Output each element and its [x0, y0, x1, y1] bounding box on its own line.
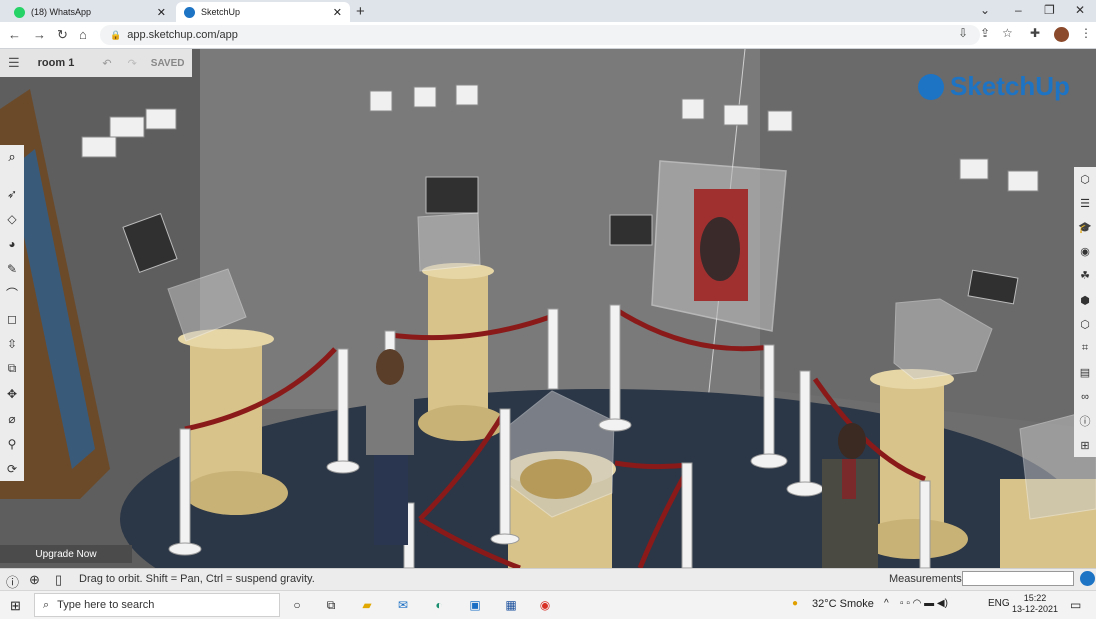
- paint-bucket-icon[interactable]: ◕: [0, 231, 24, 256]
- weather-icon: ●: [792, 598, 799, 609]
- tab-whatsapp[interactable]: (18) WhatsApp ✕: [6, 2, 174, 22]
- redo-icon[interactable]: ↷: [128, 57, 137, 70]
- upgrade-now-button[interactable]: Upgrade Now: [0, 545, 132, 563]
- orbit-icon[interactable]: ⟳: [0, 456, 24, 481]
- lock-icon: 🔒: [110, 29, 122, 40]
- saved-status: SAVED: [150, 57, 185, 69]
- model-title[interactable]: room 1: [38, 57, 75, 69]
- news-icon[interactable]: ▦: [502, 596, 520, 614]
- reload-icon[interactable]: ↻: [57, 27, 68, 43]
- windows-taskbar: ⊞ ⌕ Type here to search ○ ⧉ ▰ ✉ ◐ ▣ ▦ ◉ …: [0, 590, 1096, 619]
- sketchup-logo-text: SketchUp: [950, 71, 1070, 101]
- forward-icon[interactable]: →: [33, 27, 46, 42]
- hamburger-menu-icon[interactable]: ☰: [8, 55, 20, 71]
- close-tab-icon[interactable]: ✕: [333, 6, 342, 19]
- measurements-label: Measurements: [889, 573, 962, 585]
- cortana-icon[interactable]: ○: [288, 596, 306, 614]
- weather-text[interactable]: 32°C Smoke: [812, 598, 874, 610]
- extensions-icon[interactable]: ✚: [1030, 26, 1040, 40]
- select-icon[interactable]: ➶: [0, 181, 24, 206]
- edge-icon[interactable]: ◐: [430, 596, 448, 614]
- avatar[interactable]: [1054, 27, 1069, 42]
- file-explorer-icon[interactable]: ▰: [358, 596, 376, 614]
- language-indicator[interactable]: ENG: [988, 598, 1010, 609]
- whatsapp-icon: [14, 6, 25, 18]
- extension-icon[interactable]: ⊞: [1074, 433, 1096, 457]
- tab-sketchup[interactable]: SketchUp ✕: [176, 2, 350, 22]
- sketchup-logo: SketchUp: [918, 71, 1070, 102]
- scene-render[interactable]: [0, 49, 1096, 568]
- tab-label: SketchUp: [201, 7, 241, 17]
- store-icon[interactable]: ▣: [466, 596, 484, 614]
- minimize-button[interactable]: –: [1015, 3, 1022, 17]
- home-icon[interactable]: ⌂: [79, 27, 87, 42]
- mail-icon[interactable]: ✉: [394, 596, 412, 614]
- new-tab-button[interactable]: +: [356, 3, 365, 20]
- address-bar[interactable]: 🔒 app.sketchup.com/app: [100, 25, 980, 45]
- share-icon[interactable]: ⇪: [980, 26, 990, 40]
- rectangle-icon[interactable]: ◻: [0, 306, 24, 331]
- sketchup-logo-icon: [918, 73, 944, 100]
- tab-label: (18) WhatsApp: [31, 7, 92, 17]
- instructor-icon[interactable]: 🎓: [1074, 215, 1096, 239]
- styles-icon[interactable]: ⬢: [1074, 288, 1096, 312]
- clock-time: 15:22: [1023, 593, 1047, 603]
- chrome-icon[interactable]: ◉: [536, 596, 554, 614]
- help-icon[interactable]: ⓘ: [6, 572, 19, 591]
- tags-icon[interactable]: ⌗: [1074, 336, 1096, 360]
- eraser-icon[interactable]: ◇: [0, 206, 24, 231]
- move-icon[interactable]: ✥: [0, 381, 24, 406]
- mouse-icon: ▯: [55, 572, 63, 587]
- maximize-button[interactable]: ❐: [1044, 3, 1055, 17]
- browser-tab-bar: (18) WhatsApp ✕ SketchUp ✕ + ⌄ – ❐ ✕: [0, 0, 1096, 22]
- task-view-icon[interactable]: ⧉: [322, 596, 340, 614]
- tray-chevron-icon[interactable]: ^: [884, 598, 889, 609]
- app-title-bar: ☰ room 1 ↶ ↷ SAVED: [0, 49, 192, 77]
- tab-search-icon[interactable]: ⌄: [980, 3, 990, 17]
- taskbar-clock[interactable]: 15:22 13-12-2021: [1012, 593, 1058, 615]
- components-icon[interactable]: ☘: [1074, 264, 1096, 288]
- close-window-button[interactable]: ✕: [1075, 3, 1085, 17]
- right-panel-toolbar: ⬡ ☰ 🎓 ◉ ☘ ⬢ ⬡ ⌗ ▤ ∞ ⓘ ⊞: [1074, 167, 1096, 458]
- walk-icon[interactable]: ⚲: [0, 431, 24, 456]
- scenes-icon[interactable]: ▤: [1074, 361, 1096, 385]
- outliner-icon[interactable]: ☰: [1074, 191, 1096, 215]
- layers-icon[interactable]: ⬡: [1074, 312, 1096, 336]
- undo-icon[interactable]: ↶: [102, 57, 111, 70]
- notification-icon[interactable]: ▭: [1070, 598, 1081, 612]
- url-text: app.sketchup.com/app: [127, 29, 238, 41]
- arc-icon[interactable]: ⌒: [0, 281, 24, 306]
- push-pull-icon[interactable]: ⇳: [0, 331, 24, 356]
- measurements-input[interactable]: [962, 571, 1074, 586]
- status-bar: ⓘ ⊕ ▯ Drag to orbit. Shift = Pan, Ctrl =…: [0, 568, 1096, 590]
- pencil-icon[interactable]: ✎: [0, 256, 24, 281]
- taskbar-search[interactable]: ⌕ Type here to search: [34, 593, 280, 617]
- 3d-viewport[interactable]: ☰ room 1 ↶ ↷ SAVED SketchUp ⌕ ➶ ◇ ◕ ✎ ⌒ …: [0, 49, 1096, 568]
- offset-icon[interactable]: ⧉: [0, 356, 24, 381]
- sketchup-status-icon[interactable]: [1080, 571, 1095, 586]
- globe-icon[interactable]: ⊕: [29, 572, 40, 588]
- windows-start-icon[interactable]: ⊞: [10, 598, 21, 614]
- browser-menu-icon[interactable]: ⋮: [1080, 26, 1092, 40]
- install-icon[interactable]: ⇩: [958, 26, 968, 40]
- info-icon[interactable]: ⓘ: [1074, 409, 1096, 433]
- display-icon[interactable]: ∞: [1074, 385, 1096, 409]
- browser-toolbar: ← → ↻ ⌂ 🔒 app.sketchup.com/app ⇩ ⇪ ☆ ✚ ⋮: [0, 22, 1096, 49]
- entity-info-icon[interactable]: ⬡: [1074, 167, 1096, 191]
- taskbar-search-placeholder: Type here to search: [57, 599, 155, 611]
- tape-measure-icon[interactable]: ⌀: [0, 406, 24, 431]
- back-icon[interactable]: ←: [8, 27, 21, 42]
- materials-icon[interactable]: ◉: [1074, 240, 1096, 264]
- search-icon[interactable]: ⌕: [0, 145, 24, 169]
- search-icon: ⌕: [43, 598, 50, 611]
- bookmark-star-icon[interactable]: ☆: [1002, 26, 1013, 40]
- clock-date: 13-12-2021: [1012, 604, 1059, 614]
- tray-icons[interactable]: ▫ ▫ ◠ ▬ ◀): [900, 598, 948, 609]
- status-hint: Drag to orbit. Shift = Pan, Ctrl = suspe…: [79, 573, 315, 585]
- close-tab-icon[interactable]: ✕: [157, 6, 166, 19]
- sketchup-icon: [184, 6, 195, 18]
- left-toolbar: ⌕ ➶ ◇ ◕ ✎ ⌒ ◻ ⇳ ⧉ ✥ ⌀ ⚲ ⟳: [0, 145, 24, 481]
